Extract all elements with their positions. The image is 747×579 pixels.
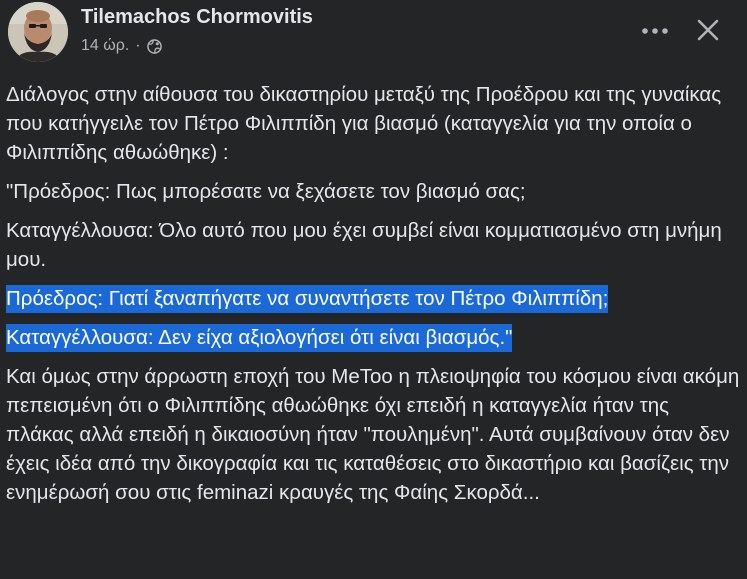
post-body: Διάλογος στην αίθουσα του δικαστηρίου με… [6, 80, 741, 517]
post-paragraph-highlighted: Καταγγέλλουσα: Δεν είχα αξιολογήσει ότι … [6, 323, 741, 352]
post-paragraph: "Πρόεδρος: Πως μπορέσατε να ξεχάσετε τον… [6, 180, 526, 203]
post-paragraph: Καταγγέλλουσα: Όλο αυτό που μου έχει συμ… [6, 219, 722, 271]
author-name[interactable]: Tilemachos Chormovitis [81, 6, 313, 29]
post-timestamp[interactable]: 14 ώρ. [81, 37, 129, 55]
selected-text[interactable]: Καταγγέλλουσα: Δεν είχα αξιολογήσει ότι … [6, 324, 513, 352]
author-avatar[interactable] [8, 2, 68, 62]
post-paragraph: Και όμως στην άρρωστη εποχή του MeToo η … [6, 365, 740, 504]
post-header: Tilemachos Chormovitis 14 ώρ. · [0, 0, 747, 72]
close-button[interactable] [690, 14, 726, 50]
more-dots-icon [641, 22, 669, 40]
selected-text[interactable]: Πρόεδρος: Γιατί ξαναπήγατε να συναντήσετ… [6, 285, 609, 313]
post-meta: 14 ώρ. · [81, 37, 162, 55]
post-paragraph: Διάλογος στην αίθουσα του δικαστηρίου με… [6, 83, 722, 164]
more-options-button[interactable] [638, 18, 672, 44]
globe-icon[interactable] [146, 38, 162, 54]
close-icon [696, 18, 720, 47]
post-paragraph-highlighted: Πρόεδρος: Γιατί ξαναπήγατε να συναντήσετ… [6, 284, 741, 313]
meta-separator: · [135, 37, 141, 54]
avatar-photo [8, 2, 68, 62]
